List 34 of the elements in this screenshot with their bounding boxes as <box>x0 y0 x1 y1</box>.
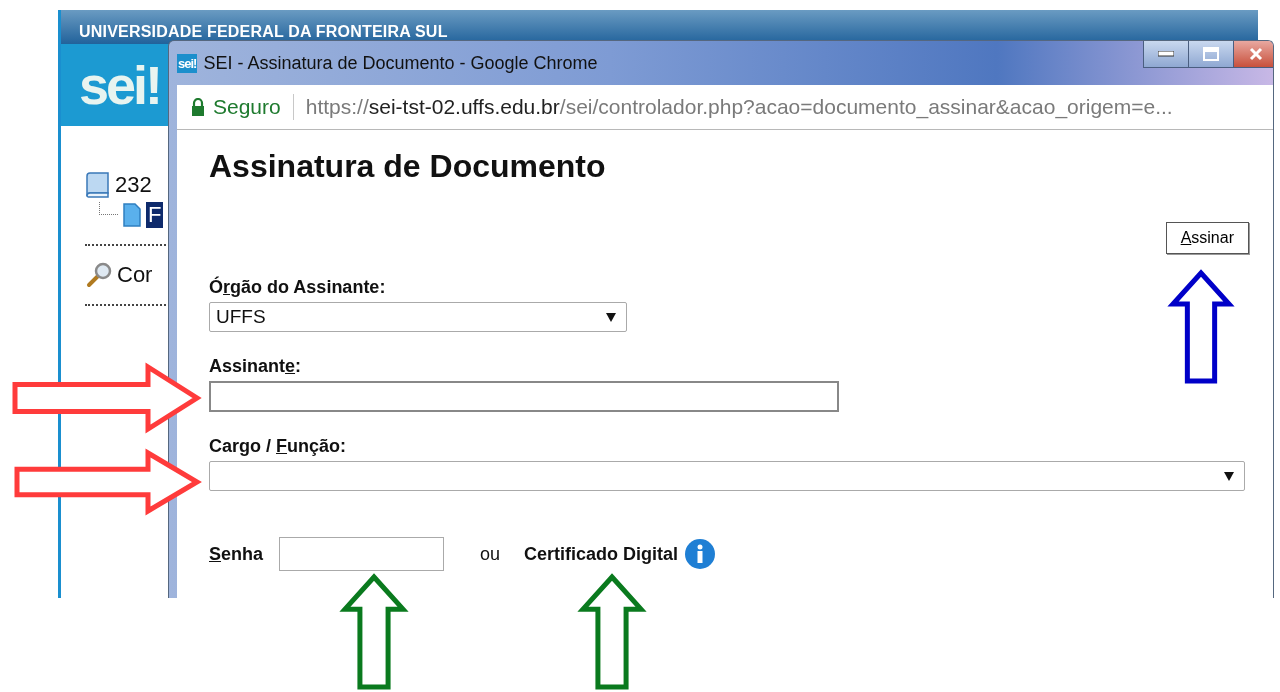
page-heading: Assinatura de Documento <box>209 148 607 185</box>
password-label: Senha <box>209 543 264 565</box>
maximize-icon <box>1203 47 1219 61</box>
caret-icon <box>1224 471 1234 481</box>
field-label: Cargo / Função: <box>209 436 348 457</box>
document-icon <box>122 202 142 228</box>
menu-item[interactable]: Cor <box>117 262 153 288</box>
minimize-button[interactable] <box>1143 41 1189 68</box>
app-icon: sei! <box>177 53 198 73</box>
lock-icon <box>191 98 205 116</box>
caret-icon <box>606 312 616 322</box>
dropdown-field[interactable] <box>209 461 1245 491</box>
book-icon <box>85 171 111 199</box>
field-label: Assinante: <box>209 356 303 377</box>
password-field[interactable] <box>279 537 445 571</box>
maximize-button[interactable] <box>1188 41 1234 68</box>
url-text[interactable]: https://sei-tst-02.uffs.edu.br/sei/controlador.php?acao=documento_assinar&acao_origem=e... <box>305 95 1173 119</box>
close-button[interactable] <box>1233 41 1273 68</box>
header-title: UNIVERSIDADE FEDERAL DA FRONTEIRA SUL <box>79 23 448 42</box>
tree-item[interactable]: F <box>146 202 164 228</box>
input-field[interactable] <box>209 381 839 412</box>
dropdown-field[interactable]: UFFS <box>209 302 627 332</box>
minimize-icon <box>1158 51 1174 57</box>
close-icon <box>1249 47 1263 61</box>
tree-item[interactable]: 232 <box>115 172 152 198</box>
security-label: Seguro <box>213 95 281 119</box>
separator-text: ou <box>480 543 501 565</box>
sei-logo: sei! <box>79 54 161 116</box>
sign-button[interactable]: Assinar <box>1165 222 1249 254</box>
window-title: SEI - Assinatura de Documento - Google Chrome <box>203 52 598 74</box>
info-icon <box>684 538 717 570</box>
field-label: Órgão do Assinante: <box>209 277 387 298</box>
certificate-link[interactable]: Certificado Digital <box>524 543 679 565</box>
magnifier-icon <box>85 261 113 289</box>
